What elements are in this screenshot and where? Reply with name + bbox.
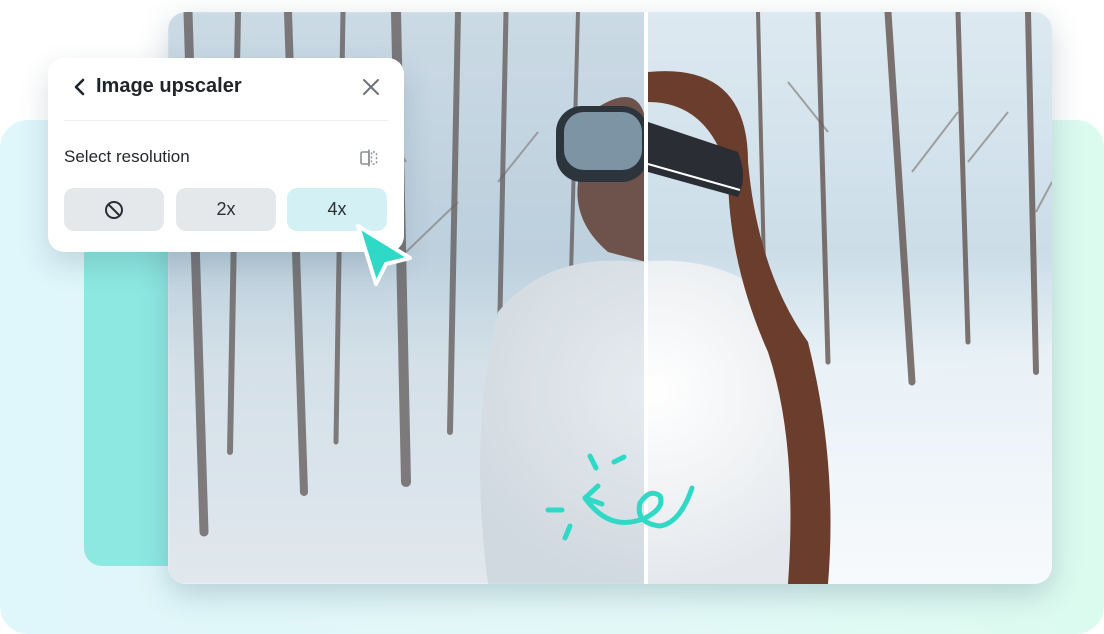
back-button[interactable] xyxy=(70,76,90,98)
section-label: Select resolution xyxy=(64,147,190,166)
chevron-left-icon xyxy=(74,78,85,96)
cursor-icon xyxy=(356,224,412,286)
resolution-none-button[interactable] xyxy=(64,188,164,231)
resolution-2x-button[interactable]: 2x xyxy=(176,188,276,231)
close-button[interactable] xyxy=(360,76,382,98)
none-icon xyxy=(105,200,123,219)
compare-icon[interactable] xyxy=(359,148,379,168)
panel-title: Image upscaler xyxy=(96,75,242,97)
upscaler-panel: Image upscaler Select resolution 2x 4x xyxy=(48,58,404,252)
sparkle-icon xyxy=(545,453,695,541)
panel-divider xyxy=(64,120,388,121)
close-icon xyxy=(363,79,379,95)
